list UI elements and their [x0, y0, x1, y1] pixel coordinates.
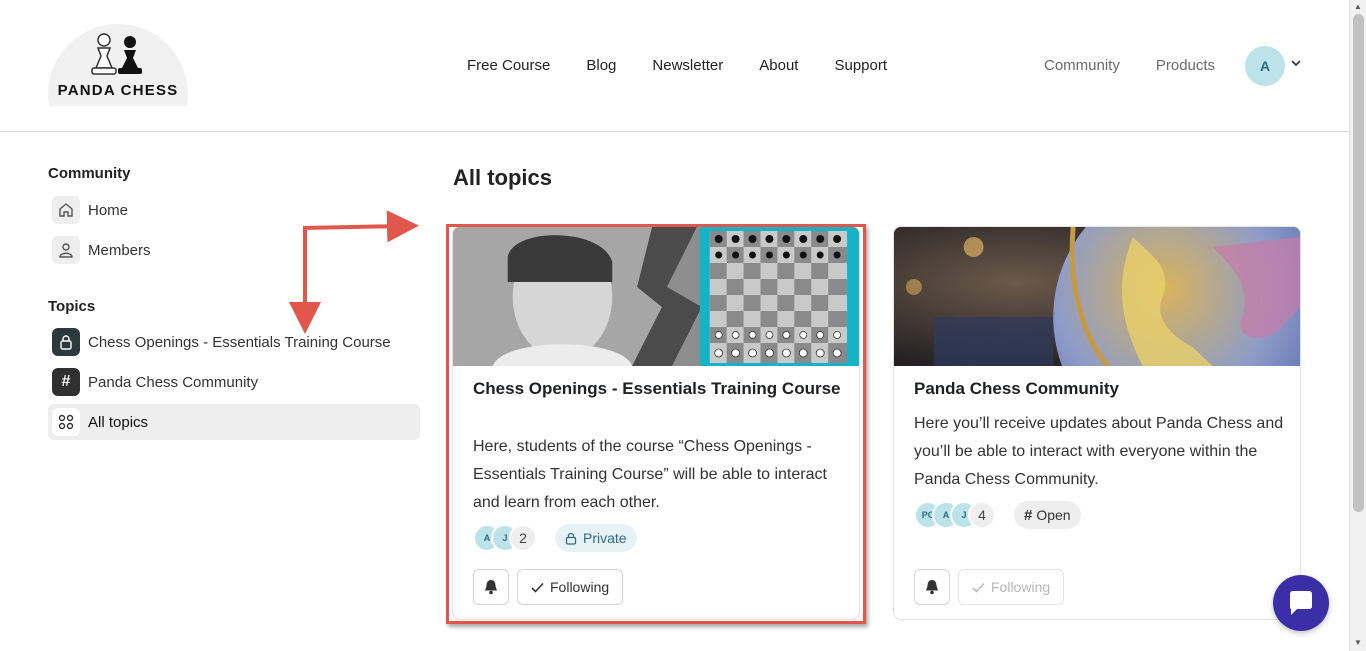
home-icon [52, 196, 80, 224]
following-label: Following [991, 579, 1051, 595]
sidebar-item-label: Home [88, 201, 129, 219]
bell-icon [926, 580, 938, 595]
card-meta: A J 2 Private [473, 524, 637, 552]
page: PANDA CHESS Free Course Blog Newsletter … [0, 0, 1366, 651]
nav-newsletter[interactable]: Newsletter [652, 57, 723, 74]
check-icon [531, 582, 544, 593]
nav-about[interactable]: About [759, 57, 798, 74]
member-count: 4 [968, 501, 996, 529]
topic-card-panda-community[interactable]: Panda Chess Community Here you’ll receiv… [893, 226, 1301, 620]
scroll-down-icon[interactable]: ▼ [1354, 638, 1362, 647]
privacy-badge: # Open [1014, 501, 1081, 529]
sidebar-item-label: Chess Openings - Essentials Training Cou… [88, 333, 391, 351]
card-description: Here you’ll receive updates about Panda … [914, 415, 1284, 488]
chat-launcher-button[interactable] [1273, 575, 1329, 631]
globe-cover-image [894, 227, 1300, 366]
member-avatars[interactable]: A J 2 [473, 524, 537, 552]
badge-label: Open [1036, 507, 1071, 523]
card-title[interactable]: Chess Openings - Essentials Training Cou… [473, 377, 843, 400]
nav-products[interactable]: Products [1156, 57, 1215, 74]
nav-free-course[interactable]: Free Course [467, 57, 550, 74]
check-icon [972, 582, 985, 593]
privacy-badge: Private [555, 524, 637, 552]
card-meta: PC A J 4 # Open [914, 501, 1081, 529]
card-description: Here, students of the course “Chess Open… [473, 438, 827, 511]
nav-support[interactable]: Support [834, 57, 887, 74]
course-cover-image [453, 227, 859, 366]
card-actions: Following [473, 569, 624, 605]
sidebar-community-heading: Community [48, 165, 131, 182]
bell-icon [485, 580, 497, 595]
grid-icon [52, 408, 80, 436]
topic-card-chess-openings[interactable]: Chess Openings - Essentials Training Cou… [452, 226, 860, 620]
secondary-nav: Community Products [1044, 57, 1215, 74]
site-header: PANDA CHESS Free Course Blog Newsletter … [0, 0, 1349, 132]
card-title[interactable]: Panda Chess Community [914, 377, 1284, 400]
sidebar-item-label: Panda Chess Community [88, 373, 259, 391]
user-icon [52, 236, 80, 264]
sidebar-item-panda-community[interactable]: # Panda Chess Community [48, 364, 420, 400]
member-avatars[interactable]: PC A J 4 [914, 501, 996, 529]
logo[interactable]: PANDA CHESS [48, 24, 188, 106]
chevron-down-icon[interactable] [1290, 57, 1302, 69]
page-title: All topics [453, 165, 553, 190]
notifications-button[interactable] [914, 569, 950, 605]
chat-icon [1290, 591, 1312, 615]
nav-blog[interactable]: Blog [586, 57, 616, 74]
notifications-button[interactable] [473, 569, 509, 605]
hash-icon: # [1024, 506, 1033, 524]
sidebar-topics-heading: Topics [48, 298, 96, 315]
primary-nav: Free Course Blog Newsletter About Suppor… [467, 57, 887, 74]
following-button[interactable]: Following [958, 569, 1065, 605]
user-avatar[interactable]: A [1245, 46, 1285, 86]
lock-icon [52, 328, 80, 356]
brand-name: PANDA CHESS [57, 82, 179, 99]
scrollbar[interactable]: ▲ ▼ [1349, 0, 1366, 651]
nav-community[interactable]: Community [1044, 57, 1120, 74]
annotation-arrows [289, 210, 419, 334]
following-label: Following [550, 579, 610, 595]
following-button[interactable]: Following [517, 569, 624, 605]
scroll-thumb[interactable] [1353, 14, 1364, 512]
member-count: 2 [509, 524, 537, 552]
hash-icon: # [52, 368, 80, 396]
pawns-icon [91, 33, 142, 75]
sidebar-item-all-topics[interactable]: All topics [48, 404, 420, 440]
sidebar-item-label: All topics [88, 413, 149, 431]
scroll-up-icon[interactable]: ▲ [1354, 2, 1362, 11]
sidebar-item-label: Members [88, 241, 151, 259]
badge-label: Private [583, 530, 627, 546]
card-actions: Following [914, 569, 1065, 605]
lock-icon [565, 532, 577, 545]
